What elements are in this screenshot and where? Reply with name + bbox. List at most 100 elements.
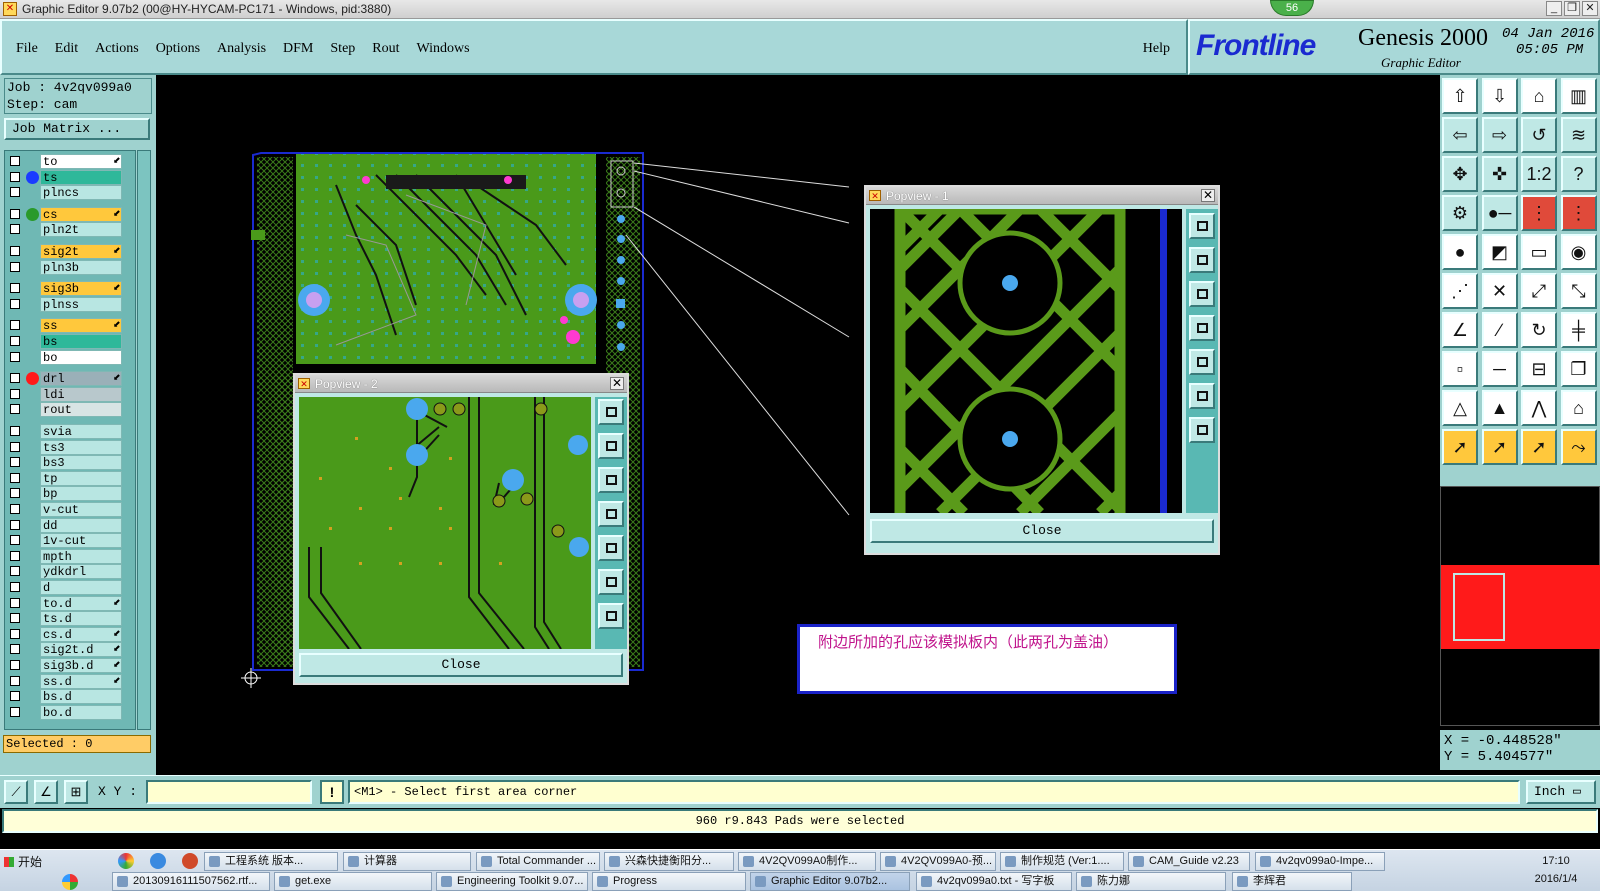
layer-row[interactable]: bs3: [5, 455, 135, 471]
snap-mode-button[interactable]: ⟋: [4, 780, 28, 804]
menu-analysis[interactable]: Analysis: [217, 41, 266, 57]
route-button[interactable]: ⤳: [1560, 429, 1597, 465]
taskbar-task[interactable]: 4v2qv099a0-Impe...: [1255, 852, 1385, 871]
layers-red-button[interactable]: ⋮: [1521, 195, 1557, 231]
menu-step[interactable]: Step: [330, 41, 355, 57]
layer-row[interactable]: d: [5, 580, 135, 595]
layer-row[interactable]: bo.d: [5, 704, 135, 720]
layer-name[interactable]: v-cut: [40, 502, 122, 517]
ruler-button[interactable]: ▭: [1521, 234, 1557, 270]
layer-checkbox[interactable]: [10, 706, 20, 717]
layer-checkbox[interactable]: [10, 644, 20, 655]
layer-checkbox[interactable]: [10, 457, 20, 468]
menu-help[interactable]: Help: [1143, 41, 1170, 57]
maximize-button[interactable]: ❐: [1564, 1, 1580, 16]
layer-checkbox[interactable]: [10, 519, 20, 530]
layer-active-dot-icon[interactable]: [26, 170, 39, 184]
pv2-pan-up-button[interactable]: [598, 433, 624, 459]
taskbar-task[interactable]: Total Commander ...: [476, 852, 600, 871]
job-matrix-button[interactable]: Job Matrix ...: [4, 118, 150, 140]
select-lasso-button[interactable]: ➚: [1521, 429, 1557, 465]
layer-row[interactable]: tp: [5, 470, 135, 486]
layer-checkbox[interactable]: [10, 550, 20, 561]
layer-row[interactable]: 1v-cut: [5, 533, 135, 549]
layer-checkbox[interactable]: [10, 388, 20, 399]
layer-name[interactable]: mpth: [40, 548, 122, 564]
grid-mode-button[interactable]: ⊞: [64, 780, 88, 804]
layer-checkbox[interactable]: [10, 156, 20, 166]
fill-button[interactable]: ◩: [1481, 234, 1518, 270]
pv2-pan-down-button[interactable]: [598, 467, 624, 493]
pv2-zoom-in-button[interactable]: [598, 569, 624, 595]
layer-checkbox[interactable]: [10, 320, 20, 331]
layer-name[interactable]: d: [40, 580, 122, 595]
layer-name[interactable]: 1v-cut: [40, 533, 122, 549]
layer-checkbox[interactable]: [10, 298, 20, 309]
layer-checkbox[interactable]: [10, 566, 20, 577]
layer-name[interactable]: tp: [40, 470, 122, 486]
layer-checkbox[interactable]: [10, 261, 20, 272]
pan-left-button[interactable]: ⇦: [1442, 117, 1478, 153]
layer-checkbox[interactable]: [10, 283, 20, 294]
layer-checkbox[interactable]: [10, 488, 20, 499]
mirror-button[interactable]: ≋: [1560, 117, 1597, 153]
stretch-button[interactable]: ⤢: [1521, 273, 1557, 309]
layer-name[interactable]: ts.d: [40, 611, 122, 627]
pv1-pan-right-button[interactable]: [1189, 349, 1215, 375]
popview-1-close-icon[interactable]: ✕: [1201, 189, 1215, 202]
layer-checkbox[interactable]: [10, 426, 20, 436]
layer-row[interactable]: sig2t.d ⬋: [5, 642, 135, 658]
line-button[interactable]: ∕: [1481, 312, 1518, 348]
layer-checkbox[interactable]: [10, 224, 20, 235]
execute-button[interactable]: !: [320, 780, 344, 804]
layer-name[interactable]: pln3b: [40, 259, 122, 275]
layer-row[interactable]: sig2t ⬋: [5, 244, 135, 259]
popview-1-titlebar[interactable]: ✕ Popview - 1 ✕: [866, 187, 1218, 205]
layer-row[interactable]: ss ⬋: [5, 318, 135, 334]
arc-button[interactable]: ↻: [1521, 312, 1557, 348]
layer-row[interactable]: ss.d ⬋: [5, 673, 135, 689]
pv1-pan-left-button[interactable]: [1189, 315, 1215, 341]
taskbar-task[interactable]: Progress: [592, 872, 746, 891]
popview-2-view[interactable]: [299, 397, 591, 649]
help-button[interactable]: ?: [1560, 156, 1597, 192]
layer-checkbox[interactable]: [10, 208, 20, 219]
layer-row[interactable]: cs ⬋: [5, 206, 135, 222]
start-button[interactable]: 开始: [2, 852, 54, 872]
layer-name[interactable]: cs.d: [40, 626, 122, 642]
popview-2-titlebar[interactable]: ✕ Popview - 2 ✕: [295, 375, 627, 393]
taskbar-task[interactable]: 4V2QV099A0制作...: [738, 852, 876, 871]
drill-button[interactable]: ●─: [1481, 195, 1518, 231]
layer-name[interactable]: svia: [40, 424, 122, 439]
move-button[interactable]: ✥: [1442, 156, 1478, 192]
layer-row[interactable]: mpth: [5, 548, 135, 564]
taskbar-task[interactable]: Graphic Editor 9.07b2...: [750, 872, 910, 891]
layer-checkbox[interactable]: [10, 597, 20, 608]
pv1-pan-up-button[interactable]: [1189, 247, 1215, 273]
layer-name[interactable]: ldi: [40, 386, 122, 402]
menu-edit[interactable]: Edit: [55, 41, 78, 57]
layer-row[interactable]: pln3b: [5, 259, 135, 275]
chrome-icon[interactable]: [118, 853, 134, 869]
layer-row[interactable]: ydkdrl: [5, 564, 135, 580]
layer-row[interactable]: pln2t: [5, 222, 135, 238]
taskbar-task[interactable]: 4v2qv099a0.txt - 写字板: [916, 872, 1072, 891]
menu-options[interactable]: Options: [156, 41, 200, 57]
settings-button[interactable]: ⚙: [1442, 195, 1478, 231]
popview-1-view[interactable]: [870, 209, 1182, 513]
layer-name[interactable]: cs: [40, 206, 122, 222]
layer-checkbox[interactable]: [10, 171, 20, 182]
layer-name[interactable]: rout: [40, 402, 122, 418]
roof-button[interactable]: ⌂: [1560, 390, 1597, 426]
measure-mode-button[interactable]: ∠: [34, 780, 58, 804]
layer-checkbox[interactable]: [10, 535, 20, 546]
layer-row[interactable]: v-cut: [5, 502, 135, 517]
resize-button[interactable]: ⤡: [1560, 273, 1597, 309]
angle-button[interactable]: ∠: [1442, 312, 1478, 348]
peak-button[interactable]: ▲: [1481, 390, 1518, 426]
units-selector[interactable]: Inch ▭: [1526, 780, 1596, 804]
taskbar-task[interactable]: 兴森快捷衡阳分...: [604, 852, 734, 871]
box-button[interactable]: ▫: [1442, 351, 1478, 387]
layer-checkbox[interactable]: [10, 472, 20, 483]
panel-button[interactable]: ▥: [1560, 78, 1597, 114]
